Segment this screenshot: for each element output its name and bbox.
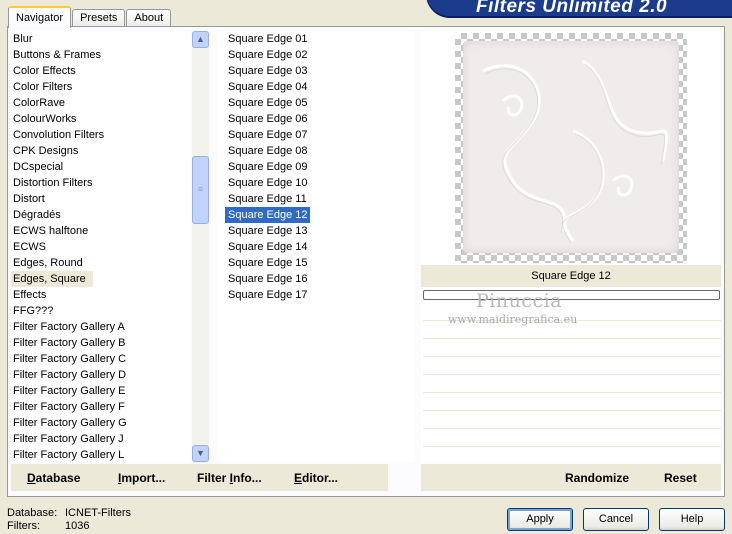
category-item[interactable]: Dégradés bbox=[11, 207, 191, 223]
parameter-rows bbox=[421, 303, 721, 483]
parameter-row bbox=[423, 393, 721, 411]
import-button-label: mport... bbox=[121, 471, 166, 485]
filter-item[interactable]: Square Edge 13 bbox=[225, 223, 310, 239]
category-item[interactable]: Distortion Filters bbox=[11, 175, 191, 191]
category-item[interactable]: Filter Factory Gallery L bbox=[11, 447, 191, 463]
preview-content bbox=[463, 41, 679, 253]
category-item[interactable]: Filter Factory Gallery J bbox=[11, 431, 191, 447]
filter-info-button-accesskey: I bbox=[229, 471, 234, 485]
category-item[interactable]: Filter Factory Gallery E bbox=[11, 383, 191, 399]
category-item[interactable]: ECWS bbox=[11, 239, 191, 255]
watermark-name: Pinuccia bbox=[476, 290, 563, 312]
filter-item[interactable]: Square Edge 04 bbox=[225, 79, 310, 95]
database-button-label: atabase bbox=[35, 471, 81, 485]
category-item[interactable]: Edges, Round bbox=[11, 255, 191, 271]
preview-box bbox=[421, 31, 721, 264]
category-item[interactable]: Filter Factory Gallery F bbox=[11, 399, 191, 415]
help-button[interactable]: Help bbox=[659, 508, 725, 531]
category-item[interactable]: CPK Designs bbox=[11, 143, 191, 159]
category-item[interactable]: ECWS halftone bbox=[11, 223, 191, 239]
editor-button-accesskey: E bbox=[294, 471, 303, 485]
filter-list[interactable]: Square Edge 01 Square Edge 02 Square Edge … bbox=[217, 31, 415, 463]
category-item[interactable]: ColorRave bbox=[11, 95, 191, 111]
selected-filter-label: Square Edge 12 bbox=[421, 265, 721, 287]
filters-count-label: Filters: bbox=[7, 520, 40, 532]
filter-item[interactable]: Square Edge 01 bbox=[225, 31, 310, 47]
right-action-bar: Randomize Reset bbox=[421, 464, 721, 491]
category-item[interactable]: Color Filters bbox=[11, 79, 191, 95]
randomize-button[interactable]: Randomize bbox=[565, 471, 629, 485]
editor-button[interactable]: Editor... bbox=[294, 471, 338, 485]
category-item[interactable]: Filter Factory Gallery C bbox=[11, 351, 191, 367]
category-item[interactable]: Blur bbox=[11, 31, 191, 47]
category-item[interactable]: Distort bbox=[11, 191, 191, 207]
filter-info-button[interactable]: Filter Info... bbox=[197, 471, 262, 485]
category-scrollbar[interactable]: ▲ ≡ ▼ bbox=[192, 31, 209, 463]
database-info: Database: ICNET-Filters Filters: 1036 bbox=[7, 507, 131, 533]
filter-item[interactable]: Square Edge 03 bbox=[225, 63, 310, 79]
category-item[interactable]: Edges, Square bbox=[11, 271, 93, 287]
filter-item[interactable]: Square Edge 05 bbox=[225, 95, 310, 111]
filter-item[interactable]: Square Edge 16 bbox=[225, 271, 310, 287]
category-item[interactable]: FFG??? bbox=[11, 303, 191, 319]
filter-item[interactable]: Square Edge 14 bbox=[225, 239, 310, 255]
category-item[interactable]: Filter Factory Gallery G bbox=[11, 415, 191, 431]
app-title: Filters Unlimited 2.0 bbox=[476, 0, 668, 17]
parameter-row bbox=[423, 339, 721, 357]
category-item[interactable]: Convolution Filters bbox=[11, 127, 191, 143]
filter-item[interactable]: Square Edge 07 bbox=[225, 127, 310, 143]
progress-bar bbox=[423, 290, 720, 300]
filter-item[interactable]: Square Edge 09 bbox=[225, 159, 310, 175]
editor-button-label: ditor... bbox=[302, 471, 339, 485]
cancel-button[interactable]: Cancel bbox=[583, 508, 649, 531]
database-label: Database: bbox=[7, 507, 58, 519]
category-item[interactable]: DCspecial bbox=[11, 159, 191, 175]
database-value: ICNET-Filters bbox=[65, 507, 131, 519]
category-item[interactable]: Buttons & Frames bbox=[11, 47, 191, 63]
category-list[interactable]: Blur Buttons & Frames Color Effects Color F… bbox=[11, 31, 191, 463]
scroll-down-button[interactable]: ▼ bbox=[192, 445, 209, 462]
swirl-pattern bbox=[482, 59, 669, 244]
category-item[interactable]: Effects bbox=[11, 287, 191, 303]
filter-item[interactable]: Square Edge 11 bbox=[225, 191, 309, 207]
scroll-up-button[interactable]: ▲ bbox=[192, 31, 209, 48]
scroll-thumb[interactable]: ≡ bbox=[192, 156, 209, 224]
database-button[interactable]: Database bbox=[27, 471, 80, 485]
parameter-row bbox=[423, 411, 721, 429]
apply-button[interactable]: Apply bbox=[507, 508, 573, 531]
parameter-row bbox=[423, 447, 721, 465]
filter-info-button-label: Filter Info... bbox=[197, 471, 262, 485]
preview-image bbox=[455, 33, 687, 263]
import-button[interactable]: Import... bbox=[118, 471, 165, 485]
watermark-url: www.maidiregrafica.eu bbox=[448, 313, 578, 326]
chevron-down-icon: ▼ bbox=[196, 448, 205, 458]
reset-button[interactable]: Reset bbox=[664, 471, 697, 485]
grip-icon: ≡ bbox=[197, 184, 204, 194]
filter-item[interactable]: Square Edge 06 bbox=[225, 111, 310, 127]
database-button-accesskey: D bbox=[27, 471, 36, 485]
parameter-row bbox=[423, 375, 721, 393]
left-action-bar: Database Import... Filter Info... Editor… bbox=[11, 464, 388, 491]
filter-item[interactable]: Square Edge 08 bbox=[225, 143, 310, 159]
filter-item[interactable]: Square Edge 17 bbox=[225, 287, 310, 303]
category-item[interactable]: Filter Factory Gallery D bbox=[11, 367, 191, 383]
tab-strip: Navigator Presets About bbox=[8, 5, 172, 28]
parameter-row bbox=[423, 357, 721, 375]
category-item[interactable]: ColourWorks bbox=[11, 111, 191, 127]
filters-count-value: 1036 bbox=[65, 520, 90, 532]
tab-navigator[interactable]: Navigator bbox=[8, 6, 72, 28]
filter-item[interactable]: Square Edge 10 bbox=[225, 175, 310, 191]
app-title-banner: Filters Unlimited 2.0 bbox=[426, 0, 732, 18]
category-item[interactable]: Filter Factory Gallery B bbox=[11, 335, 191, 351]
parameter-row bbox=[423, 429, 721, 447]
filter-item[interactable]: Square Edge 15 bbox=[225, 255, 310, 271]
category-item[interactable]: Filter Factory Gallery A bbox=[11, 319, 191, 335]
preview-area: Square Edge 12 bbox=[421, 31, 721, 483]
category-item[interactable]: Color Effects bbox=[11, 63, 191, 79]
filter-item[interactable]: Square Edge 02 bbox=[225, 47, 310, 63]
filter-item[interactable]: Square Edge 12 bbox=[225, 207, 310, 223]
tab-about[interactable]: About bbox=[126, 9, 172, 27]
tab-presets[interactable]: Presets bbox=[72, 9, 126, 27]
chevron-up-icon: ▲ bbox=[196, 34, 205, 44]
